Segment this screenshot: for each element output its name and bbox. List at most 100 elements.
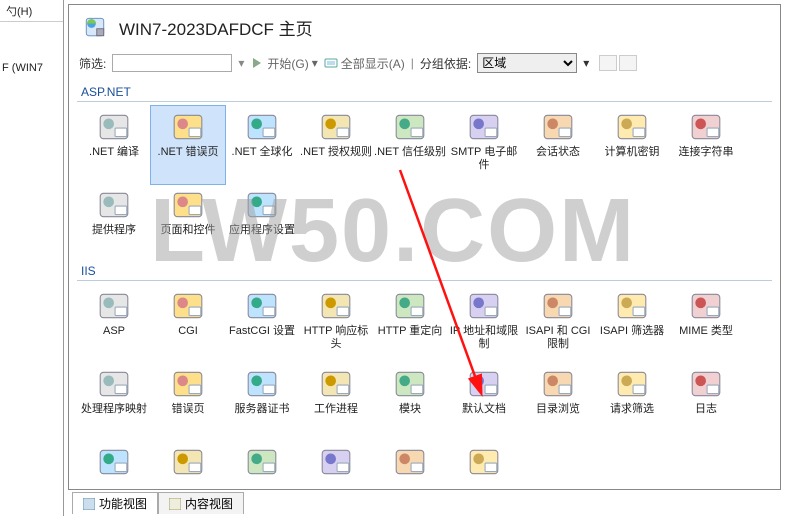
iis-item[interactable]: ISAPI 和 CGI 限制 (521, 285, 595, 363)
aspnet-item[interactable]: .NET 错误页 (151, 106, 225, 184)
content-icon (169, 498, 181, 510)
feature-label: .NET 全球化 (232, 146, 293, 159)
iis-item-partial[interactable] (373, 441, 447, 487)
feature-label: HTTP 重定向 (378, 325, 443, 338)
aspnet-item[interactable]: 应用程序设置 (225, 184, 299, 262)
tab-features[interactable]: 功能视图 (72, 492, 158, 514)
iis-item[interactable]: 处理程序映射 (77, 363, 151, 441)
feature-icon (97, 188, 131, 222)
groupby-select[interactable]: 区域 (477, 53, 577, 73)
iis-item[interactable]: 默认文档 (447, 363, 521, 441)
aspnet-item[interactable]: 提供程序 (77, 184, 151, 262)
feature-icon (541, 110, 575, 144)
iis-item-partial[interactable] (447, 441, 521, 487)
main-panel: WIN7-2023DAFDCF 主页 筛选: ▾ 开始(G) ▾ 全部显示(A)… (68, 4, 781, 490)
feature-icon (245, 289, 279, 323)
feature-label: 请求筛选 (610, 403, 654, 416)
feature-icon (615, 289, 649, 323)
feature-icon (319, 289, 353, 323)
iis-item[interactable]: IP 地址和域限制 (447, 285, 521, 363)
feature-icon (245, 110, 279, 144)
aspnet-item[interactable]: 页面和控件 (151, 184, 225, 262)
iis-item-partial[interactable] (151, 441, 225, 487)
tree-panel: 勺(H) F (WIN7 (0, 0, 64, 516)
feature-icon (615, 110, 649, 144)
feature-icon (245, 188, 279, 222)
feature-label: .NET 编译 (89, 146, 139, 159)
aspnet-item[interactable]: .NET 授权规则 (299, 106, 373, 184)
iis-item[interactable]: 服务器证书 (225, 363, 299, 441)
feature-icon (467, 110, 501, 144)
group-iis-label: IIS (81, 264, 772, 278)
iis-item-partial[interactable] (299, 441, 373, 487)
aspnet-item[interactable]: 会话状态 (521, 106, 595, 184)
iis-item[interactable]: MIME 类型 (669, 285, 743, 363)
aspnet-grid: .NET 编译 .NET 错误页 .NET 全球化 .NET 授权规则.NET 信任级… (77, 106, 772, 262)
view-large-icon[interactable] (599, 55, 617, 71)
toolbar: 筛选: ▾ 开始(G) ▾ 全部显示(A) | 分组依据: 区域 ▾ (69, 51, 780, 77)
feature-label: FastCGI 设置 (229, 325, 295, 338)
feature-icon (319, 367, 353, 401)
feature-icon (393, 367, 427, 401)
feature-icon (245, 367, 279, 401)
view-tabs: 功能视图 内容视图 (72, 492, 244, 514)
iis-item[interactable]: FastCGI 设置 (225, 285, 299, 363)
feature-label: CGI (178, 325, 198, 338)
feature-label: 提供程序 (92, 224, 136, 237)
iis-item[interactable]: HTTP 响应标头 (299, 285, 373, 363)
iis-item[interactable]: HTTP 重定向 (373, 285, 447, 363)
tree-node[interactable]: F (WIN7 (0, 22, 63, 74)
feature-icon (171, 110, 205, 144)
feature-icon (97, 367, 131, 401)
iis-item[interactable]: 日志 (669, 363, 743, 441)
aspnet-item[interactable]: .NET 信任级别 (373, 106, 447, 184)
iis-item[interactable]: 模块 (373, 363, 447, 441)
feature-label: .NET 信任级别 (374, 146, 446, 159)
feature-label: 计算机密钥 (605, 146, 660, 159)
go-button[interactable]: 开始(G) ▾ (250, 55, 317, 72)
iis-item[interactable]: 错误页 (151, 363, 225, 441)
feature-label: .NET 授权规则 (300, 146, 372, 159)
showall-button[interactable]: 全部显示(A) (324, 55, 405, 72)
group-aspnet-label: ASP.NET (81, 85, 772, 99)
feature-label: HTTP 响应标头 (299, 325, 373, 351)
iis-item[interactable]: 目录浏览 (521, 363, 595, 441)
feature-label: 处理程序映射 (81, 403, 147, 416)
iis-grid: ASP CGI FastCGI 设置 HTTP 响应标头 HTTP 重定向 IP 地址和域… (77, 285, 772, 441)
page-header: WIN7-2023DAFDCF 主页 (69, 5, 780, 51)
aspnet-item[interactable]: .NET 编译 (77, 106, 151, 184)
feature-icon (97, 445, 131, 479)
aspnet-item[interactable]: SMTP 电子邮件 (447, 106, 521, 184)
feature-label: 目录浏览 (536, 403, 580, 416)
feature-icon (97, 289, 131, 323)
iis-item[interactable]: ISAPI 筛选器 (595, 285, 669, 363)
iis-item[interactable]: ASP (77, 285, 151, 363)
feature-icon (689, 110, 723, 144)
go-icon (250, 56, 264, 70)
server-icon (81, 13, 109, 41)
feature-icon (467, 367, 501, 401)
feature-icon (319, 445, 353, 479)
iis-item-partial[interactable] (225, 441, 299, 487)
iis-item[interactable]: CGI (151, 285, 225, 363)
iis-item[interactable]: 请求筛选 (595, 363, 669, 441)
feature-label: ISAPI 和 CGI 限制 (521, 325, 595, 351)
feature-label: 模块 (399, 403, 421, 416)
iis-item[interactable]: 工作进程 (299, 363, 373, 441)
aspnet-item[interactable]: 计算机密钥 (595, 106, 669, 184)
view-dropdown-icon[interactable] (619, 55, 637, 71)
feature-icon (467, 289, 501, 323)
feature-label: .NET 错误页 (158, 146, 219, 159)
feature-icon (541, 289, 575, 323)
filter-input[interactable] (112, 54, 232, 72)
feature-label: 应用程序设置 (229, 224, 295, 237)
feature-label: ASP (103, 325, 125, 338)
feature-label: 默认文档 (462, 403, 506, 416)
tab-content[interactable]: 内容视图 (158, 492, 244, 514)
feature-label: SMTP 电子邮件 (447, 146, 521, 172)
aspnet-item[interactable]: 连接字符串 (669, 106, 743, 184)
feature-label: 页面和控件 (161, 224, 216, 237)
feature-icon (393, 110, 427, 144)
iis-item-partial[interactable] (77, 441, 151, 487)
aspnet-item[interactable]: .NET 全球化 (225, 106, 299, 184)
